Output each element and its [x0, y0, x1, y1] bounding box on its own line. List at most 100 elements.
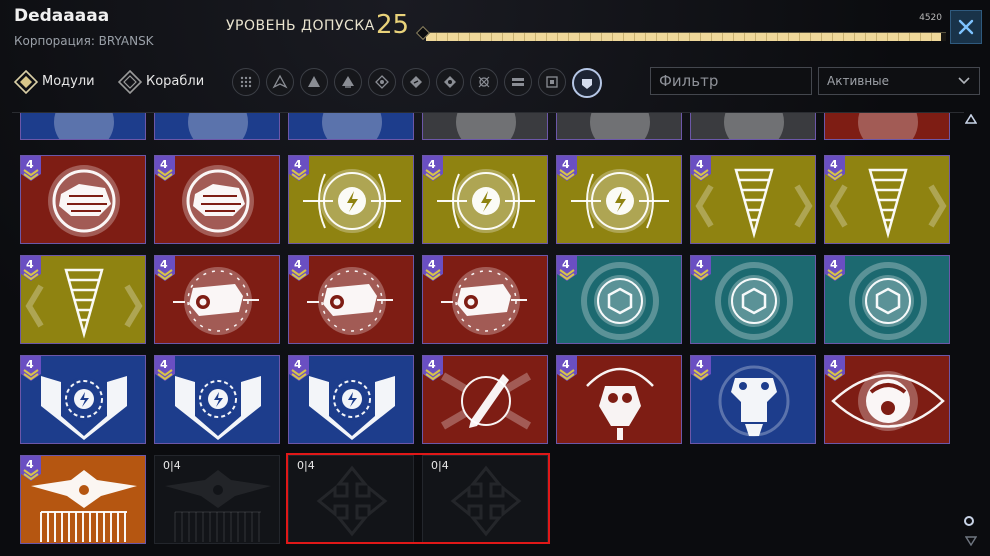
filter-recon-button[interactable]	[538, 68, 566, 96]
tab-ships[interactable]: Корабли	[117, 68, 205, 95]
module-card[interactable]: 4	[556, 355, 682, 444]
destroyer-icon	[582, 79, 592, 89]
progress-max-value: 4520	[919, 13, 942, 23]
module-card[interactable]: 4	[422, 355, 548, 444]
module-icon	[590, 113, 650, 139]
toolbar: Модули Корабли Активные	[0, 60, 990, 104]
chevron-down-icon	[958, 77, 970, 85]
modules-diamond-icon	[13, 69, 39, 95]
engineering-icon	[410, 76, 422, 88]
module-card[interactable]	[20, 113, 146, 140]
module-card[interactable]: 4	[690, 255, 816, 344]
command-icon	[375, 75, 389, 89]
rank-badge-value: 4	[830, 158, 838, 171]
filter-all-grid-button[interactable]	[232, 68, 260, 96]
filter-frigate-button[interactable]	[300, 68, 328, 96]
module-count: 0|4	[431, 459, 449, 472]
module-card[interactable]: 4	[20, 155, 146, 244]
rank-badge-value: 4	[830, 358, 838, 371]
module-card[interactable]: 0|4	[154, 455, 280, 544]
filter-destroyer-button[interactable]	[572, 68, 602, 98]
module-card[interactable]	[556, 113, 682, 140]
module-card[interactable]	[824, 113, 950, 140]
module-card[interactable]	[690, 113, 816, 140]
scroll-down-arrow-icon[interactable]	[965, 536, 977, 546]
rank-badge-value: 4	[830, 258, 838, 271]
fighter-icon	[342, 76, 354, 88]
rank-badge-value: 4	[26, 358, 34, 371]
module-card[interactable]: 4	[556, 255, 682, 344]
filter-input[interactable]	[650, 67, 812, 95]
recon-icon	[546, 76, 558, 88]
module-card[interactable]: 4	[20, 255, 146, 344]
module-card[interactable]: 4	[20, 355, 146, 444]
module-count: 0|4	[297, 459, 315, 472]
module-card[interactable]	[154, 113, 280, 140]
scrollbar[interactable]	[960, 112, 982, 552]
rank-badge-value: 4	[428, 358, 436, 371]
module-card[interactable]: 4	[288, 155, 414, 244]
corporation-label: Корпорация: BRYANSK	[14, 34, 154, 48]
rank-badge-value: 4	[562, 158, 570, 171]
filter-gunship-button[interactable]	[470, 68, 498, 96]
rank-badge-value: 4	[562, 258, 570, 271]
filter-interceptor-button[interactable]	[266, 68, 294, 96]
rank-badge-value: 4	[294, 158, 302, 171]
module-card[interactable]: 4	[824, 155, 950, 244]
tab-modules-label: Модули	[42, 73, 95, 89]
status-dropdown[interactable]: Активные	[818, 67, 980, 95]
module-card[interactable]: 4	[556, 155, 682, 244]
filter-command-button[interactable]	[368, 68, 396, 96]
access-level-value: 25	[376, 10, 410, 40]
module-card[interactable]	[422, 113, 548, 140]
rank-badge-value: 4	[160, 158, 168, 171]
all-grid-icon	[240, 76, 252, 88]
frigate-icon	[308, 76, 320, 87]
filter-engineering-button[interactable]	[402, 68, 430, 96]
module-card[interactable]: 4	[20, 455, 146, 544]
rank-badge-value: 4	[696, 158, 704, 171]
module-icon	[188, 113, 248, 139]
module-card[interactable]: 4	[154, 155, 280, 244]
module-card[interactable]: 4	[422, 255, 548, 344]
module-card[interactable]: 4	[690, 355, 816, 444]
ships-diamond-icon	[117, 69, 143, 95]
module-icon	[54, 113, 114, 139]
module-card[interactable]: 0|4	[422, 455, 548, 544]
gunship-icon	[478, 76, 490, 88]
tab-ships-label: Корабли	[146, 73, 205, 89]
module-card[interactable]: 4	[154, 255, 280, 344]
module-icon	[322, 113, 382, 139]
player-name: Dedaaaaa	[14, 6, 110, 26]
module-grid: 4 4 4 4 4 4 4 4 4 4 4 4 4 4 4 4 4 4 4 4 4 4 0|4 0|4 0|4	[12, 112, 964, 553]
scroll-up-arrow-icon[interactable]	[965, 114, 977, 124]
access-level-label: УРОВЕНЬ ДОПУСКА	[226, 18, 375, 34]
filter-long-range-button[interactable]	[504, 68, 532, 96]
access-progress-bar: 4520	[415, 13, 946, 42]
module-card[interactable]	[288, 113, 414, 140]
module-card[interactable]: 4	[690, 155, 816, 244]
progress-fill	[426, 33, 941, 41]
tab-modules[interactable]: Модули	[13, 68, 95, 95]
module-card[interactable]: 4	[824, 255, 950, 344]
close-button[interactable]	[950, 10, 982, 44]
rank-badge-value: 4	[696, 258, 704, 271]
scroll-thumb[interactable]	[964, 516, 974, 526]
module-card[interactable]: 4	[154, 355, 280, 444]
module-icon	[456, 113, 516, 139]
header: Dedaaaaa Корпорация: BRYANSK УРОВЕНЬ ДОП…	[0, 0, 990, 56]
rank-badge-value: 4	[562, 358, 570, 371]
interceptor-icon	[272, 74, 288, 89]
rank-badge-value: 4	[160, 358, 168, 371]
module-card[interactable]: 4	[422, 155, 548, 244]
long-range-icon	[512, 78, 524, 86]
filter-fighter-button[interactable]	[334, 68, 362, 96]
module-card[interactable]: 0|4	[288, 455, 414, 544]
module-card[interactable]: 4	[288, 255, 414, 344]
module-card[interactable]: 4	[824, 355, 950, 444]
rank-badge-value: 4	[294, 358, 302, 371]
filter-ecm-button[interactable]	[436, 68, 464, 96]
rank-badge-value: 4	[26, 158, 34, 171]
module-count: 0|4	[163, 459, 181, 472]
module-card[interactable]: 4	[288, 355, 414, 444]
